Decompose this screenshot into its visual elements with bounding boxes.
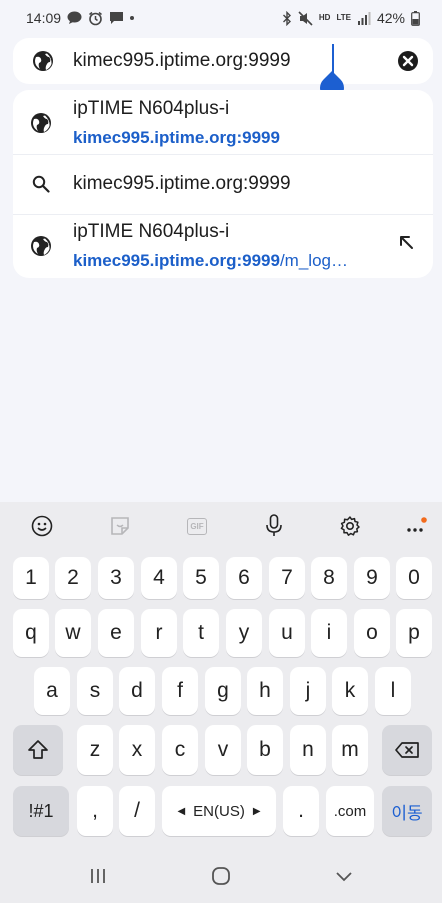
search-icon — [32, 175, 50, 198]
slash-key[interactable]: / — [119, 786, 155, 836]
status-bar: 14:09 HD LTE 42% — [0, 0, 442, 36]
key-u[interactable]: u — [269, 609, 305, 657]
dotcom-key[interactable]: .com — [326, 786, 374, 836]
key-2[interactable]: 2 — [55, 557, 91, 599]
go-key[interactable]: 이동 — [382, 786, 432, 836]
symbols-key[interactable]: !#1 — [13, 786, 69, 836]
suggestion-list: ipTIME N604plus-i kimec995.iptime.org:99… — [13, 90, 433, 278]
address-bar[interactable]: kimec995.iptime.org:9999 — [13, 38, 433, 84]
suggestion-url: kimec995.iptime.org:9999/m_log… — [73, 251, 348, 271]
key-r[interactable]: r — [141, 609, 177, 657]
suggestion-url-path: /m_log… — [279, 251, 348, 270]
key-b[interactable]: b — [247, 725, 283, 775]
emoji-icon[interactable] — [30, 514, 54, 538]
suggestion-url-host: kimec995.iptime.org:9999 — [73, 251, 280, 270]
globe-icon — [32, 50, 54, 77]
more-options-icon[interactable] — [404, 514, 428, 538]
shift-key[interactable] — [13, 725, 63, 775]
key-i[interactable]: i — [311, 609, 347, 657]
battery-icon — [411, 10, 420, 26]
key-v[interactable]: v — [205, 725, 241, 775]
key-3[interactable]: 3 — [98, 557, 134, 599]
key-d[interactable]: d — [119, 667, 155, 715]
backspace-key[interactable] — [382, 725, 432, 775]
lte-icon: LTE — [336, 14, 351, 22]
key-e[interactable]: e — [98, 609, 134, 657]
mute-icon — [298, 10, 313, 26]
key-k[interactable]: k — [332, 667, 368, 715]
hd-icon: HD — [319, 14, 331, 22]
comma-key[interactable]: , — [77, 786, 113, 836]
url-input[interactable]: kimec995.iptime.org:9999 — [73, 48, 291, 74]
key-x[interactable]: x — [119, 725, 155, 775]
gif-label: GIF — [187, 517, 207, 535]
suggestion-url-host: kimec995.iptime.org:9999 — [73, 128, 280, 147]
suggestion-item[interactable]: ipTIME N604plus-i kimec995.iptime.org:99… — [13, 215, 433, 278]
bluetooth-icon — [282, 10, 292, 26]
battery-percent: 42% — [376, 10, 405, 26]
chevron-right-icon: ▶ — [252, 805, 261, 817]
key-l[interactable]: l — [375, 667, 411, 715]
suggestion-url: kimec995.iptime.org:9999 — [73, 128, 280, 148]
alarm-icon — [88, 11, 103, 26]
hd-label: HD — [318, 13, 331, 22]
gif-icon[interactable]: GIF — [185, 514, 209, 538]
more-notifications-dot — [130, 16, 135, 20]
key-m[interactable]: m — [332, 725, 368, 775]
globe-icon — [30, 112, 52, 139]
message-icon — [109, 11, 124, 25]
suggestion-item[interactable]: ipTIME N604plus-i kimec995.iptime.org:99… — [13, 90, 433, 154]
key-a[interactable]: a — [34, 667, 70, 715]
key-z[interactable]: z — [77, 725, 113, 775]
key-1[interactable]: 1 — [13, 557, 49, 599]
signal-icon — [357, 11, 371, 25]
key-n[interactable]: n — [290, 725, 326, 775]
clear-icon[interactable] — [397, 50, 419, 77]
period-key[interactable]: . — [283, 786, 319, 836]
recent-apps-icon[interactable] — [88, 866, 108, 886]
key-8[interactable]: 8 — [311, 557, 347, 599]
settings-gear-icon[interactable] — [338, 514, 362, 538]
chevron-left-icon: ◀ — [177, 805, 186, 817]
keyboard-toolbar: GIF — [0, 502, 442, 548]
fill-in-arrow-icon[interactable] — [397, 233, 415, 256]
key-t[interactable]: t — [183, 609, 219, 657]
key-h[interactable]: h — [247, 667, 283, 715]
back-chevron-down-icon[interactable] — [334, 866, 354, 886]
status-right: HD LTE 42% — [282, 10, 420, 26]
key-s[interactable]: s — [77, 667, 113, 715]
key-j[interactable]: j — [290, 667, 326, 715]
status-time: 14:09 — [26, 10, 62, 26]
key-c[interactable]: c — [162, 725, 198, 775]
key-g[interactable]: g — [205, 667, 241, 715]
key-w[interactable]: w — [55, 609, 91, 657]
key-q[interactable]: q — [13, 609, 49, 657]
suggestion-item[interactable]: kimec995.iptime.org:9999 — [13, 155, 433, 213]
microphone-icon[interactable] — [262, 514, 286, 538]
key-y[interactable]: y — [226, 609, 262, 657]
key-o[interactable]: o — [354, 609, 390, 657]
language-label: EN(US) — [193, 802, 245, 820]
home-icon[interactable] — [211, 866, 231, 886]
backspace-icon — [395, 742, 419, 758]
status-left: 14:09 — [26, 10, 135, 26]
key-9[interactable]: 9 — [354, 557, 390, 599]
key-5[interactable]: 5 — [183, 557, 219, 599]
spacebar-key[interactable]: ◀ EN(US) ▶ — [162, 786, 276, 836]
talk-icon — [67, 11, 82, 25]
key-f[interactable]: f — [162, 667, 198, 715]
suggestion-title: ipTIME N604plus-i — [73, 221, 230, 242]
globe-icon — [30, 235, 52, 262]
suggestion-title: kimec995.iptime.org:9999 — [73, 173, 291, 194]
key-4[interactable]: 4 — [141, 557, 177, 599]
key-6[interactable]: 6 — [226, 557, 262, 599]
key-7[interactable]: 7 — [269, 557, 305, 599]
lte-label: LTE — [336, 13, 351, 22]
shift-icon — [28, 740, 48, 759]
sticker-icon[interactable] — [108, 514, 132, 538]
key-p[interactable]: p — [396, 609, 432, 657]
suggestion-title: ipTIME N604plus-i — [73, 98, 230, 119]
key-0[interactable]: 0 — [396, 557, 432, 599]
